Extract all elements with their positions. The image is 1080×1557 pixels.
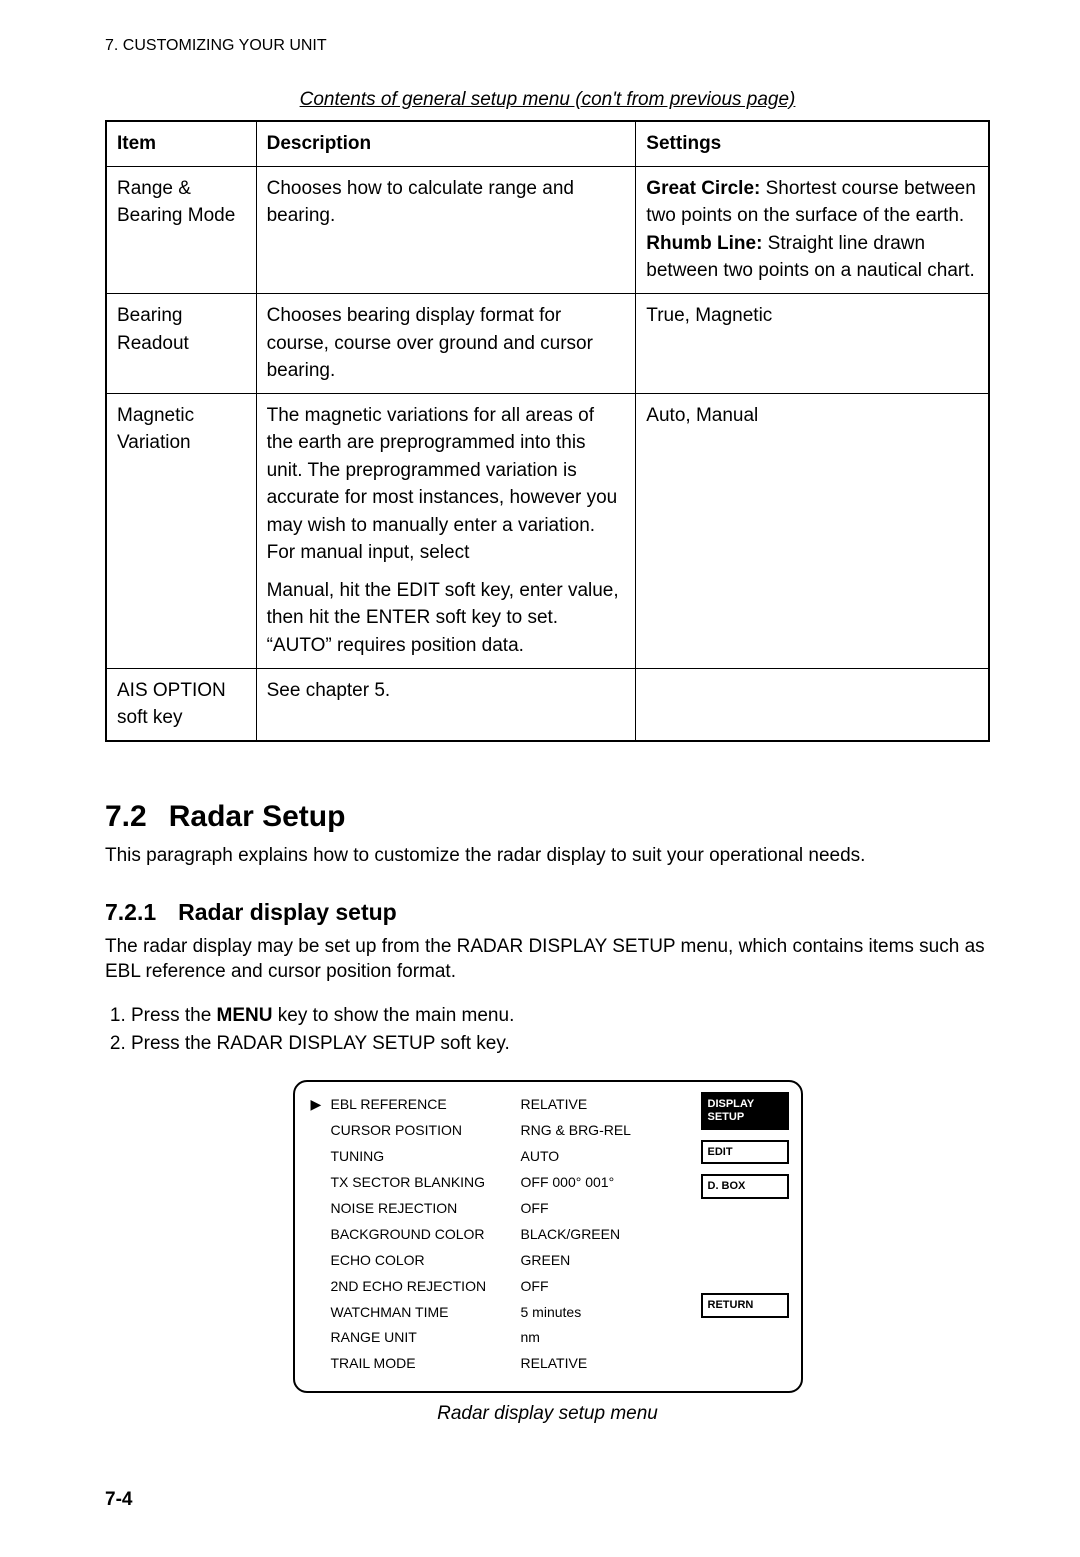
menu-value: GREEN [521, 1248, 687, 1274]
cursor-spacer [311, 1196, 321, 1222]
cursor-spacer [311, 1325, 321, 1351]
menu-figure: ▶ EBL REFERENCE RELATIVE CURSOR POSITION… [293, 1080, 803, 1426]
list-item: Press the RADAR DISPLAY SETUP soft key. [131, 1031, 990, 1057]
section-number: 7.2 [105, 797, 147, 838]
softkey-spacer [701, 1209, 789, 1283]
menu-row: ▶ EBL REFERENCE RELATIVE [311, 1092, 687, 1118]
menu-label: TRAIL MODE [331, 1351, 511, 1377]
menu-label: WATCHMAN TIME [331, 1300, 511, 1326]
softkey-display-setup[interactable]: DISPLAY SETUP [701, 1092, 789, 1129]
menu-value: RELATIVE [521, 1092, 687, 1118]
menu-row: WATCHMAN TIME 5 minutes [311, 1300, 687, 1326]
softkey-return[interactable]: RETURN [701, 1293, 789, 1318]
softkey-column: DISPLAY SETUP EDIT D. BOX RETURN [701, 1092, 789, 1377]
cursor-spacer [311, 1222, 321, 1248]
cell-item: AIS OPTION soft key [106, 668, 256, 741]
cursor-spacer [311, 1118, 321, 1144]
cell-description: Chooses bearing display format for cours… [256, 293, 636, 393]
menu-label: BACKGROUND COLOR [331, 1222, 511, 1248]
cell-settings [636, 668, 989, 741]
menu-value: OFF [521, 1196, 687, 1222]
subsection-body: The radar display may be set up from the… [105, 934, 990, 985]
table-header-item: Item [106, 121, 256, 166]
table-header-description: Description [256, 121, 636, 166]
menu-value: nm [521, 1325, 687, 1351]
menu-label: NOISE REJECTION [331, 1196, 511, 1222]
figure-caption: Radar display setup menu [293, 1401, 803, 1427]
menu-row: TRAIL MODE RELATIVE [311, 1351, 687, 1377]
description-paragraph: The magnetic variations for all areas of… [267, 402, 626, 567]
menu-value: AUTO [521, 1144, 687, 1170]
cell-description: See chapter 5. [256, 668, 636, 741]
page-header-section: 7. CUSTOMIZING YOUR UNIT [105, 35, 990, 57]
menu-label: ECHO COLOR [331, 1248, 511, 1274]
subsection-number: 7.2.1 [105, 897, 156, 928]
subsection-heading: 7.2.1 Radar display setup [105, 897, 990, 928]
menu-row: 2ND ECHO REJECTION OFF [311, 1274, 687, 1300]
table-header-settings: Settings [636, 121, 989, 166]
menu-label: EBL REFERENCE [331, 1092, 511, 1118]
menu-value: OFF [521, 1274, 687, 1300]
menu-row: ECHO COLOR GREEN [311, 1248, 687, 1274]
softkey-label-line1: DISPLAY [708, 1098, 755, 1110]
section-heading: 7.2 Radar Setup [105, 797, 990, 838]
settings-bold-label: Rhumb Line: [646, 233, 762, 254]
table-header-row: Item Description Settings [106, 121, 989, 166]
cell-item: Bearing Readout [106, 293, 256, 393]
menu-value: OFF 000° 001° [521, 1170, 687, 1196]
cell-description: The magnetic variations for all areas of… [256, 393, 636, 668]
cursor-spacer [311, 1351, 321, 1377]
cursor-spacer [311, 1248, 321, 1274]
menu-label: TX SECTOR BLANKING [331, 1170, 511, 1196]
menu-value: BLACK/GREEN [521, 1222, 687, 1248]
cell-settings: Auto, Manual [636, 393, 989, 668]
subsection-title: Radar display setup [178, 899, 397, 925]
menu-row: TUNING AUTO [311, 1144, 687, 1170]
menu-label: TUNING [331, 1144, 511, 1170]
general-setup-table: Item Description Settings Range & Bearin… [105, 120, 990, 741]
cursor-spacer [311, 1300, 321, 1326]
table-row: AIS OPTION soft key See chapter 5. [106, 668, 989, 741]
menu-value: 5 minutes [521, 1300, 687, 1326]
softkey-label-line2: SETUP [708, 1111, 745, 1123]
menu-screen: ▶ EBL REFERENCE RELATIVE CURSOR POSITION… [293, 1080, 803, 1393]
softkey-dbox[interactable]: D. BOX [701, 1174, 789, 1199]
menu-value: RNG & BRG-REL [521, 1118, 687, 1144]
menu-row: BACKGROUND COLOR BLACK/GREEN [311, 1222, 687, 1248]
cursor-icon: ▶ [311, 1092, 321, 1118]
cursor-spacer [311, 1144, 321, 1170]
table-row: Range & Bearing Mode Chooses how to calc… [106, 166, 989, 293]
step-key: MENU [217, 1005, 273, 1026]
cursor-spacer [311, 1170, 321, 1196]
menu-row: NOISE REJECTION OFF [311, 1196, 687, 1222]
menu-value: RELATIVE [521, 1351, 687, 1377]
table-row: Bearing Readout Chooses bearing display … [106, 293, 989, 393]
cursor-spacer [311, 1274, 321, 1300]
cell-settings: Great Circle: Shortest course between tw… [636, 166, 989, 293]
step-text: key to show the main menu. [273, 1005, 515, 1026]
menu-label: RANGE UNIT [331, 1325, 511, 1351]
section-title: Radar Setup [169, 800, 346, 833]
list-item: Press the MENU key to show the main menu… [131, 1003, 990, 1029]
cell-settings: True, Magnetic [636, 293, 989, 393]
cell-item: Magnetic Variation [106, 393, 256, 668]
steps-list: Press the MENU key to show the main menu… [105, 1003, 990, 1056]
page-number: 7-4 [105, 1487, 990, 1513]
settings-bold-label: Great Circle: [646, 178, 760, 199]
cell-description: Chooses how to calculate range and beari… [256, 166, 636, 293]
softkey-edit[interactable]: EDIT [701, 1140, 789, 1165]
menu-label: 2ND ECHO REJECTION [331, 1274, 511, 1300]
menu-label: CURSOR POSITION [331, 1118, 511, 1144]
description-paragraph: Manual, hit the EDIT soft key, enter val… [267, 577, 626, 660]
step-text: Press the [131, 1005, 217, 1026]
menu-row: RANGE UNIT nm [311, 1325, 687, 1351]
table-caption: Contents of general setup menu (con't fr… [105, 87, 990, 113]
cell-item: Range & Bearing Mode [106, 166, 256, 293]
menu-settings-list: ▶ EBL REFERENCE RELATIVE CURSOR POSITION… [311, 1092, 687, 1377]
menu-row: TX SECTOR BLANKING OFF 000° 001° [311, 1170, 687, 1196]
section-lead: This paragraph explains how to customize… [105, 843, 990, 869]
table-row: Magnetic Variation The magnetic variatio… [106, 393, 989, 668]
menu-row: CURSOR POSITION RNG & BRG-REL [311, 1118, 687, 1144]
